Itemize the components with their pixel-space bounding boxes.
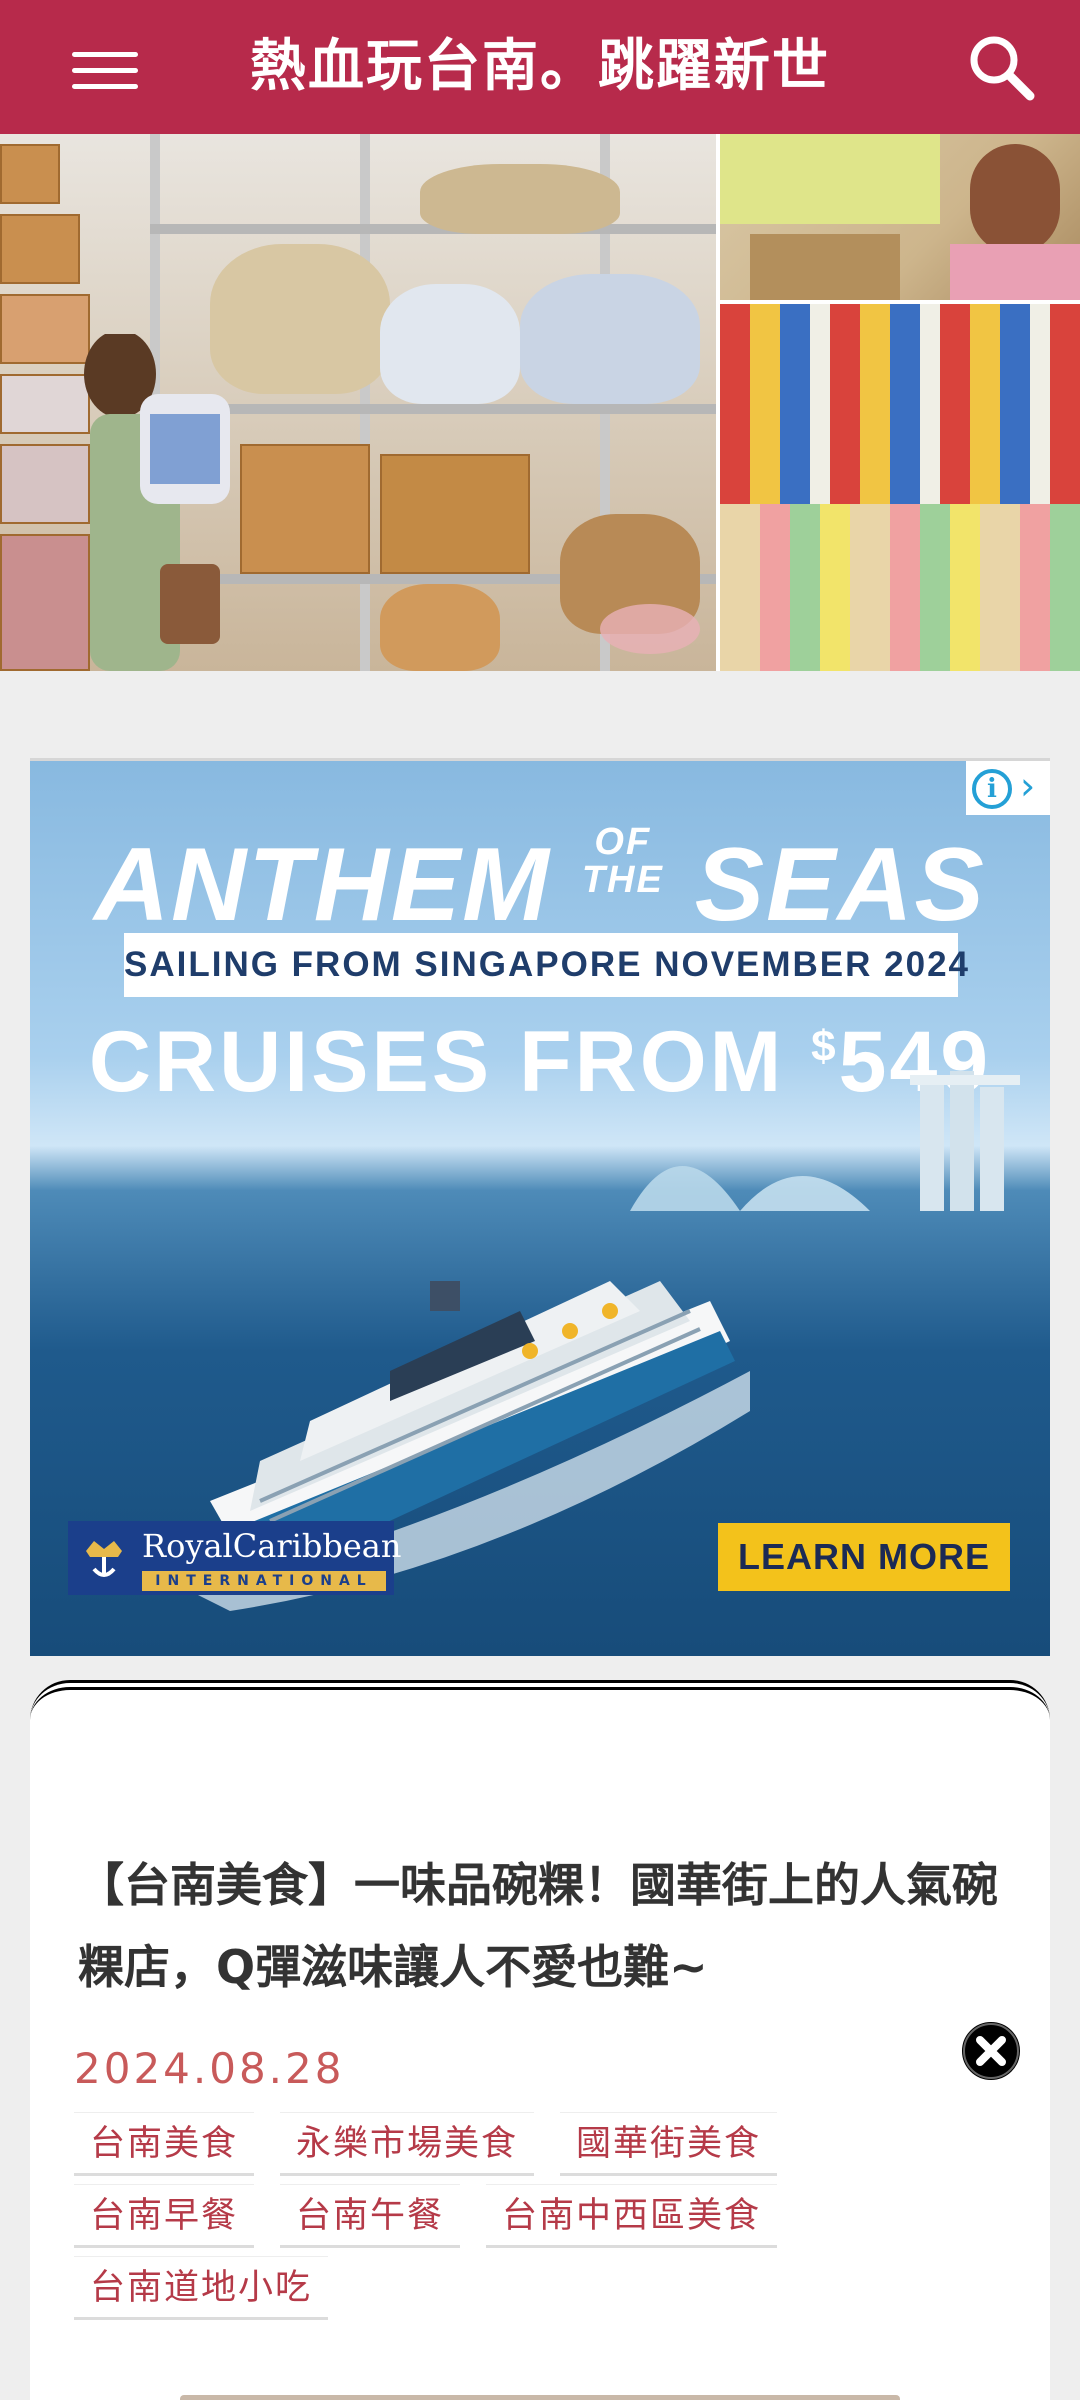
snack-bag (380, 584, 500, 671)
search-icon[interactable] (962, 28, 1042, 108)
crown-anchor-icon (78, 1531, 130, 1583)
top-app-bar: 熱血玩台南。跳躍新世 (0, 0, 1080, 134)
carton (240, 444, 370, 574)
tag-row: 台南美食 永樂市場美食 國華街美食 (74, 2112, 974, 2184)
site-title[interactable]: 熱血玩台南。跳躍新世 (180, 24, 900, 110)
hero-image-collage[interactable] (0, 134, 1080, 671)
person-figure (84, 334, 230, 671)
ad-headline: ANTHEM OF THE SEAS (30, 823, 1050, 945)
snack-bag (420, 164, 620, 234)
carton (0, 144, 60, 204)
ad-brand-name: RoyalCaribbean (142, 1527, 402, 1565)
carton (750, 234, 900, 300)
shelf-upright (360, 134, 370, 671)
tag-link[interactable]: 國華街美食 (560, 2112, 778, 2176)
tag-link[interactable]: 台南美食 (74, 2112, 255, 2176)
candy-shop-photo (720, 134, 1080, 300)
close-circle-icon[interactable] (956, 2016, 1026, 2086)
carton (0, 294, 90, 364)
person-head (970, 144, 1060, 254)
menu-line (72, 52, 138, 57)
ad-of-text: OF (594, 821, 652, 863)
shelf (150, 404, 716, 414)
tag-list: 台南美食 永樂市場美食 國華街美食 台南早餐 台南午餐 台南中西區美食 台南道地小吃 (74, 2112, 974, 2328)
tag-link[interactable]: 台南早餐 (74, 2184, 255, 2248)
carton (0, 534, 90, 671)
menu-line (72, 68, 138, 73)
ad-sailing-band: SAILING FROM SINGAPORE NOVEMBER 2024 (124, 933, 968, 997)
snack-bag (210, 244, 390, 394)
ad-choices[interactable]: i › (966, 761, 1050, 815)
person-shirt (950, 244, 1080, 300)
candy-bins (720, 504, 1080, 671)
ad-brand-sub: INTERNATIONAL (142, 1571, 386, 1591)
site-mascot-logo (600, 604, 700, 654)
carton (380, 454, 530, 574)
article-card: 【台南美食】一味品碗粿！國華街上的人氣碗粿店，Q彈滋味讓人不愛也難~ 2024.… (30, 1680, 1050, 2400)
tag-row: 台南早餐 台南午餐 台南中西區美食 (74, 2184, 974, 2256)
toy-display-photo (720, 304, 1080, 671)
tag-row: 台南道地小吃 (74, 2256, 974, 2328)
carton (0, 214, 80, 284)
warehouse-photo (0, 134, 716, 671)
ad-headline-left: ANTHEM (94, 827, 551, 943)
snack-bag (520, 274, 700, 404)
hamburger-menu-icon[interactable] (62, 38, 152, 100)
ad-headline-right: SEAS (694, 827, 986, 943)
toy-rack (720, 304, 1080, 504)
ad-the-text: THE (581, 859, 664, 901)
article-title[interactable]: 【台南美食】一味品碗粿！國華街上的人氣碗粿店，Q彈滋味讓人不愛也難~ (78, 1844, 1018, 2008)
article-image-top (180, 2395, 900, 2400)
ad-close-icon[interactable]: › (1020, 763, 1035, 809)
ad-info-icon[interactable]: i (972, 769, 1012, 809)
tag-link[interactable]: 永樂市場美食 (280, 2112, 535, 2176)
advertisement-banner[interactable]: i › ANTHEM OF THE SEAS SAILING FROM SINGA… (30, 758, 1050, 1656)
tag-link[interactable]: 台南午餐 (280, 2184, 461, 2248)
candy-bags (720, 134, 940, 224)
learn-more-button[interactable]: LEARN MORE (718, 1523, 1010, 1591)
royal-caribbean-logo: RoyalCaribbean INTERNATIONAL (68, 1521, 401, 1595)
tag-link[interactable]: 台南道地小吃 (74, 2256, 329, 2320)
menu-line (72, 84, 138, 89)
carton (0, 374, 90, 434)
article-date: 2024.08.28 (74, 2044, 345, 2093)
snack-bag (380, 284, 520, 404)
carton (0, 444, 90, 524)
ad-headline-of-the: OF THE (582, 823, 664, 899)
tag-link[interactable]: 台南中西區美食 (486, 2184, 778, 2248)
